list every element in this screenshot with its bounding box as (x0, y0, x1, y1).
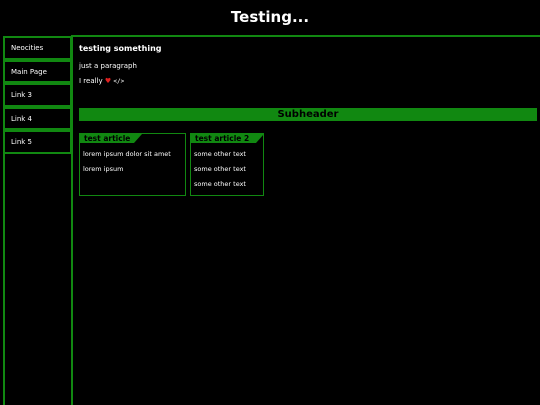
page-title: Testing... (230, 8, 310, 26)
subheader: Subheader (79, 108, 537, 121)
article-line: lorem ipsum dolor sit amet (83, 150, 171, 158)
sidebar-item-neocities[interactable]: Neocities (3, 36, 72, 60)
main-panel-border-top (71, 35, 540, 37)
sidebar-item-main-page[interactable]: Main Page (3, 59, 72, 83)
article-line: some other text (194, 165, 246, 173)
sidebar-nav: Neocities Main Page Link 3 Link 4 Link 5 (3, 36, 72, 154)
main-content: testing something just a paragraph I rea… (79, 44, 537, 85)
article-line: lorem ipsum (83, 165, 124, 173)
article-card: test article 2 some other text some othe… (190, 133, 264, 196)
main-panel-border-left (71, 36, 73, 405)
sidebar-item-link-4[interactable]: Link 4 (3, 106, 72, 130)
sidebar-border (3, 153, 5, 405)
article-title: test article (80, 134, 142, 143)
code-icon: </> (113, 78, 125, 85)
article-card: test article lorem ipsum dolor sit amet … (79, 133, 186, 196)
heart-icon: ♥ (104, 77, 112, 85)
article-title: test article 2 (191, 134, 264, 143)
love-line-text: I really (79, 77, 103, 85)
main-heading: testing something (79, 44, 162, 53)
article-line: some other text (194, 180, 246, 188)
article-line: some other text (194, 150, 246, 158)
love-line: I really ♥ </> (79, 77, 537, 85)
sidebar-item-link-5[interactable]: Link 5 (3, 130, 72, 154)
sidebar-item-link-3[interactable]: Link 3 (3, 83, 72, 107)
intro-paragraph: just a paragraph (79, 62, 137, 70)
